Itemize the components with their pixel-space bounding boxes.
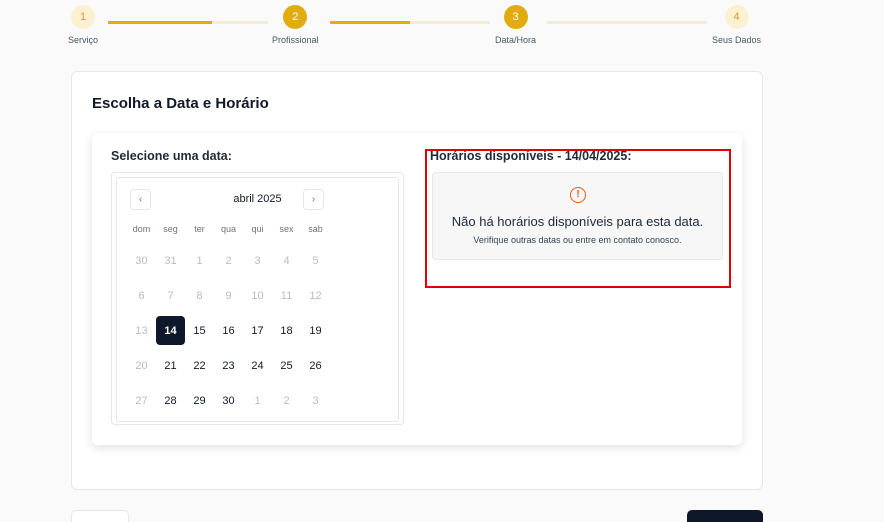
calendar-day[interactable]: 28 (156, 386, 185, 415)
next-button[interactable] (687, 510, 763, 522)
calendar-day: 3 (254, 254, 261, 267)
calendar-day: 8 (196, 289, 203, 302)
no-times-message: ! Não há horários disponíveis para esta … (432, 172, 723, 260)
weekday-label: dom (132, 224, 151, 234)
no-times-subtitle: Verifique outras datas ou entre em conta… (473, 235, 682, 245)
booking-card: Escolha a Data e Horário Selecione uma d… (71, 71, 763, 490)
step-track-2 (330, 21, 490, 24)
calendar-grid: 30 31 1 2 3 4 5 6 7 8 9 10 11 12 13 14 15 16 17 18 19 20 21 22 2… (127, 243, 330, 418)
calendar-day[interactable]: 22 (185, 351, 214, 380)
calendar-inner: ‹ abril 2025 › dom seg ter qua qui sex sab 30 3… (116, 177, 399, 422)
weekday-label: qua (220, 224, 237, 234)
step-track-fill-2 (330, 21, 410, 24)
calendar-day[interactable]: 26 (301, 351, 330, 380)
calendar-day: 12 (309, 289, 322, 302)
calendar-day[interactable]: 21 (156, 351, 185, 380)
calendar-day: 13 (135, 324, 148, 337)
date-time-panel: Selecione uma data: ‹ abril 2025 › dom se… (92, 133, 742, 445)
calendar: ‹ abril 2025 › dom seg ter qua qui sex sab 30 3… (111, 172, 404, 425)
calendar-day[interactable]: 18 (272, 316, 301, 345)
step-servico[interactable]: 1 Serviço (68, 5, 98, 45)
step-number: 2 (283, 5, 308, 29)
step-number: 4 (724, 5, 749, 29)
weekday-label: qui (251, 224, 264, 234)
step-track-1 (108, 21, 268, 24)
calendar-day-selected[interactable]: 14 (156, 316, 185, 345)
alert-circle-icon: ! (570, 187, 586, 203)
calendar-day: 6 (138, 289, 145, 302)
calendar-day: 27 (135, 394, 148, 407)
calendar-day: 9 (225, 289, 232, 302)
step-data-hora[interactable]: 3 Data/Hora (495, 5, 536, 45)
step-profissional[interactable]: 2 Profissional (272, 5, 319, 45)
calendar-week: 30 31 1 2 3 4 5 (127, 243, 330, 278)
calendar-day: 2 (225, 254, 232, 267)
calendar-day: 20 (135, 359, 148, 372)
calendar-day: 1 (254, 394, 261, 407)
weekday-label: sex (279, 224, 294, 234)
calendar-day[interactable]: 29 (185, 386, 214, 415)
calendar-day: 5 (312, 254, 319, 267)
weekday-label: sab (308, 224, 323, 234)
calendar-day[interactable]: 17 (243, 316, 272, 345)
weekday-label: ter (194, 224, 205, 234)
calendar-week: 13 14 15 16 17 18 19 (127, 313, 330, 348)
calendar-day[interactable]: 25 (272, 351, 301, 380)
back-button[interactable] (71, 510, 129, 522)
calendar-day[interactable]: 24 (243, 351, 272, 380)
step-label: Profissional (272, 35, 319, 45)
step-number: 3 (503, 5, 528, 29)
calendar-day[interactable]: 19 (301, 316, 330, 345)
step-track-3 (547, 21, 707, 24)
calendar-day[interactable]: 16 (214, 316, 243, 345)
calendar-week: 6 7 8 9 10 11 12 (127, 278, 330, 313)
calendar-day: 3 (312, 394, 319, 407)
select-date-label: Selecione uma data: (111, 149, 232, 163)
calendar-day: 11 (280, 289, 293, 302)
calendar-day: 30 (135, 254, 148, 267)
weekday-header: dom seg ter qua qui sex sab (127, 224, 330, 234)
step-label: Serviço (68, 35, 99, 45)
step-track-fill-1 (108, 21, 212, 24)
no-times-title: Não há horários disponíveis para esta da… (451, 214, 704, 229)
calendar-day[interactable]: 15 (185, 316, 214, 345)
next-month-button[interactable]: › (303, 189, 324, 210)
step-label: Seus Dados (712, 35, 762, 45)
calendar-day: 10 (251, 289, 264, 302)
chevron-right-icon: › (311, 194, 316, 205)
calendar-day: 4 (283, 254, 290, 267)
progress-stepper: 1 Serviço 2 Profissional 3 Data/Hora 4 S… (0, 0, 884, 50)
calendar-day[interactable]: 23 (214, 351, 243, 380)
calendar-week: 27 28 29 30 1 2 3 (127, 383, 330, 418)
calendar-day: 2 (283, 394, 290, 407)
weekday-label: seg (163, 224, 178, 234)
calendar-day[interactable]: 30 (214, 386, 243, 415)
calendar-day: 31 (164, 254, 177, 267)
calendar-day: 1 (196, 254, 203, 267)
calendar-week: 20 21 22 23 24 25 26 (127, 348, 330, 383)
card-title: Escolha a Data e Horário (92, 95, 269, 112)
calendar-month: abril 2025 (233, 193, 282, 205)
step-seus-dados[interactable]: 4 Seus Dados (712, 5, 761, 45)
step-number: 1 (71, 5, 95, 29)
calendar-day: 7 (167, 289, 174, 302)
step-label: Data/Hora (495, 35, 537, 45)
